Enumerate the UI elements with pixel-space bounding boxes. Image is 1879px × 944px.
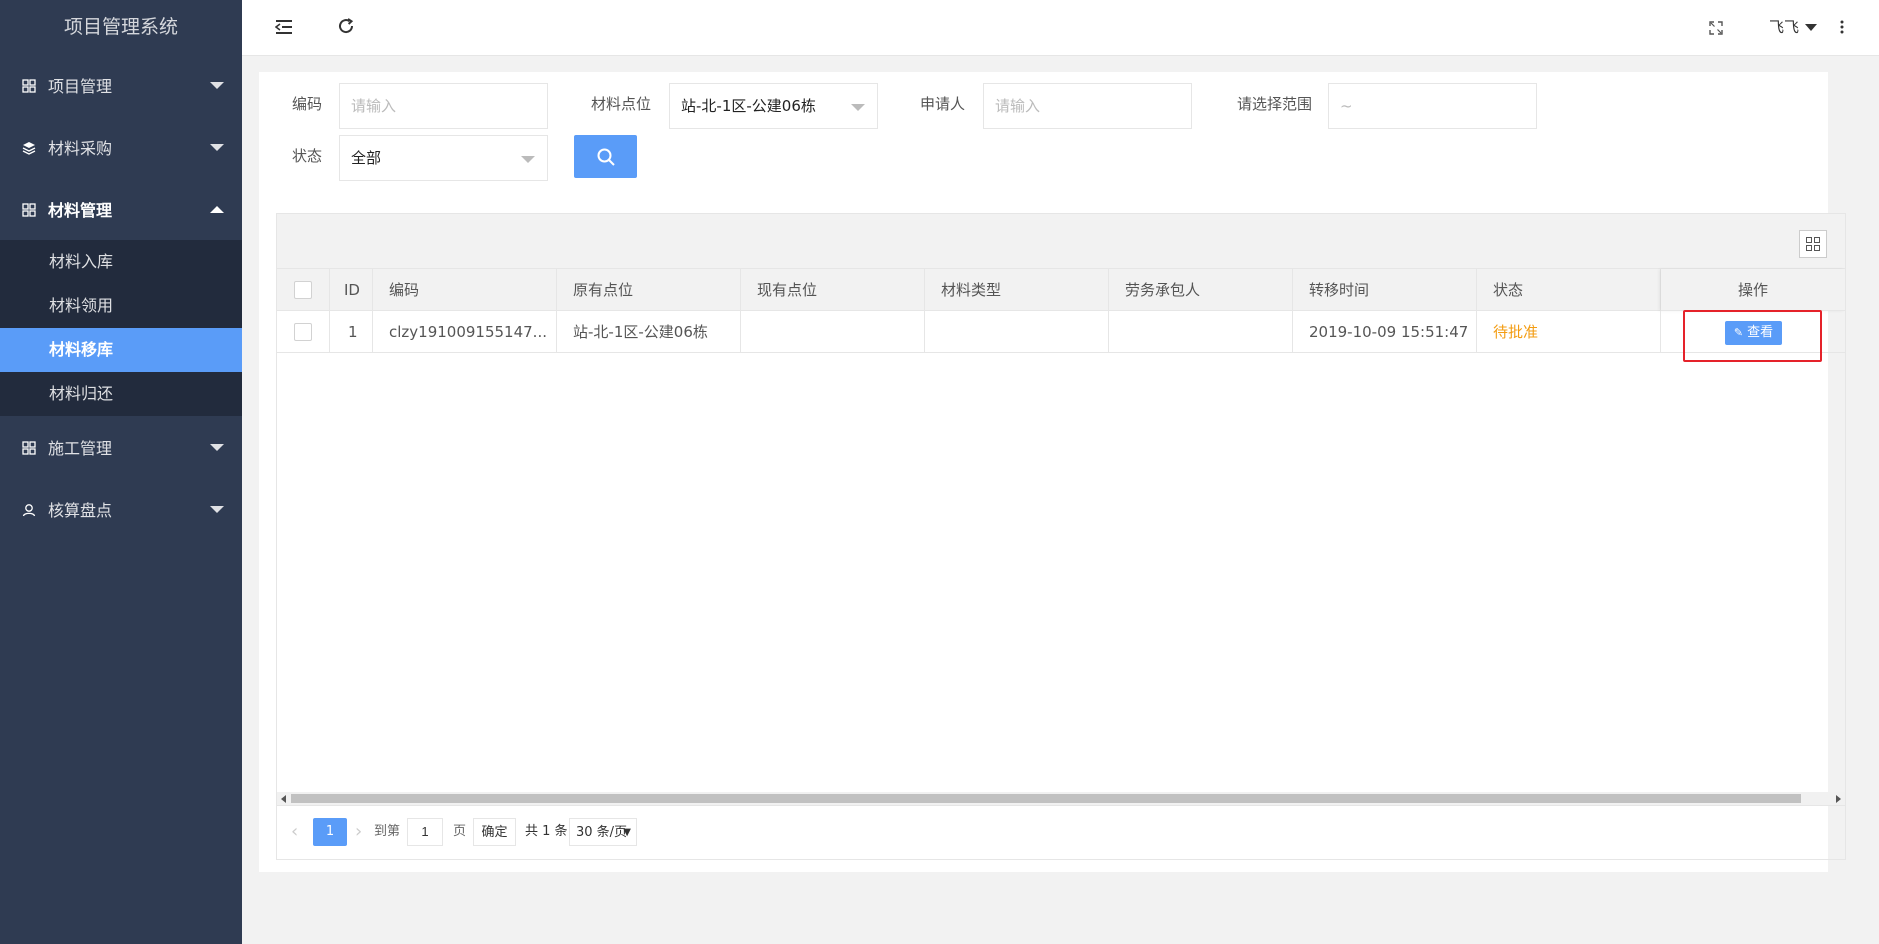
chevron-down-icon (210, 82, 224, 89)
data-table: ID 编码 原有点位 现有点位 材料类型 劳务承包人 转移时间 状态 操作 1 … (276, 213, 1846, 860)
menu-material-purchase[interactable]: 材料采购 (0, 116, 242, 178)
view-button-label: 查看 (1747, 325, 1774, 340)
date-range-input[interactable] (1328, 83, 1537, 129)
page-size-value: 30 条/页 (576, 825, 628, 840)
search-icon (597, 148, 615, 166)
cell-from-location: 站-北-1区-公建06栋 (557, 311, 741, 353)
menu-label: 材料管理 (48, 201, 113, 220)
user-icon (22, 502, 36, 517)
cell-contractor (1109, 311, 1293, 353)
scroll-right-icon[interactable] (1836, 795, 1841, 803)
fullscreen-icon[interactable] (1702, 14, 1730, 42)
header-contractor[interactable]: 劳务承包人 (1109, 269, 1293, 311)
refresh-icon[interactable] (332, 14, 360, 42)
menu-label: 施工管理 (48, 439, 113, 458)
chevron-up-icon (210, 206, 224, 213)
menu-material-management[interactable]: 材料管理 (0, 178, 242, 240)
range-label: 请选择范围 (1237, 95, 1313, 113)
table-header: ID 编码 原有点位 现有点位 材料类型 劳务承包人 转移时间 状态 操作 (277, 269, 1845, 311)
app-title: 项目管理系统 (0, 0, 242, 54)
content-card: 编码 材料点位 站-北-1区-公建06栋 申请人 请选择范围 状态 全部 ID … (259, 72, 1846, 872)
dashboard-icon (22, 440, 36, 455)
layers-icon (22, 140, 36, 155)
row-checkbox[interactable] (294, 323, 312, 341)
goto-page-input[interactable] (407, 818, 443, 846)
applicant-label: 申请人 (920, 95, 966, 113)
next-page-icon[interactable]: › (355, 818, 362, 846)
code-label: 编码 (292, 95, 323, 113)
chevron-down-icon (521, 156, 535, 163)
more-vertical-icon[interactable] (1834, 14, 1850, 42)
table-row: 1 clzy191009155147... 站-北-1区-公建06栋 2019-… (277, 311, 1845, 353)
chevron-down-icon (210, 506, 224, 513)
user-menu[interactable]: 飞飞 (1769, 16, 1817, 37)
cell-material-type (925, 311, 1109, 353)
header-material-type[interactable]: 材料类型 (925, 269, 1109, 311)
chevron-down-icon (210, 444, 224, 451)
scroll-left-icon[interactable] (281, 795, 286, 803)
status-badge: 待批准 (1477, 311, 1661, 353)
menu-project-management[interactable]: 项目管理 (0, 54, 242, 116)
goto-confirm-button[interactable]: 确定 (473, 818, 516, 846)
goto-label: 到第 (374, 824, 401, 839)
scrollbar-thumb[interactable] (291, 794, 1801, 803)
dashboard-icon (22, 202, 36, 217)
header-actions: 操作 (1661, 269, 1845, 311)
columns-toggle-button[interactable] (1799, 230, 1827, 258)
prev-page-icon[interactable]: ‹ (291, 818, 298, 846)
sidebar-item-material-inbound[interactable]: 材料入库 (0, 240, 242, 284)
row-select-cell (277, 311, 330, 353)
header-to-location[interactable]: 现有点位 (741, 269, 925, 311)
menu-construction-management[interactable]: 施工管理 (0, 416, 242, 478)
select-all-cell (277, 269, 330, 311)
chevron-down-icon (210, 144, 224, 151)
sidebar: 项目管理系统 项目管理 材料采购 材料管理 材料入库 材料领用 材料移库 材料归… (0, 0, 242, 944)
cell-id: 1 (330, 311, 373, 353)
menu-label: 项目管理 (48, 77, 113, 96)
page-number-current[interactable]: 1 (313, 818, 347, 846)
header-code[interactable]: 编码 (373, 269, 557, 311)
applicant-input[interactable] (983, 83, 1192, 129)
chevron-down-icon (851, 104, 865, 111)
menu-label: 核算盘点 (48, 501, 113, 520)
top-header: 飞飞 (242, 0, 1879, 56)
menu-accounting-inventory[interactable]: 核算盘点 (0, 478, 242, 540)
status-label: 状态 (292, 147, 323, 165)
cell-transfer-time: 2019-10-09 15:51:47 (1293, 311, 1477, 353)
status-select-value: 全部 (351, 149, 382, 167)
menu-label: 材料采购 (48, 139, 113, 158)
header-id[interactable]: ID (330, 269, 373, 311)
status-select[interactable]: 全部 (339, 135, 548, 181)
table-toolbar (277, 214, 1845, 269)
submenu-material-management: 材料入库 材料领用 材料移库 材料归还 (0, 240, 242, 416)
caret-down-icon: ▼ (623, 827, 631, 838)
page-size-select[interactable]: 30 条/页 ▼ (569, 818, 637, 846)
cell-to-location (741, 311, 925, 353)
select-all-checkbox[interactable] (294, 281, 312, 299)
header-from-location[interactable]: 原有点位 (557, 269, 741, 311)
sidebar-item-material-transfer[interactable]: 材料移库 (0, 328, 242, 372)
search-button[interactable] (574, 135, 637, 178)
page-unit-label: 页 (453, 824, 467, 839)
total-count: 共 1 条 (525, 824, 568, 839)
header-transfer-time[interactable]: 转移时间 (1293, 269, 1477, 311)
location-select[interactable]: 站-北-1区-公建06栋 (669, 83, 878, 129)
sidebar-item-material-requisition[interactable]: 材料领用 (0, 284, 242, 328)
pagination: ‹ 1 › 到第 页 确定 共 1 条 30 条/页▼ (277, 805, 1845, 859)
user-name: 飞飞 (1768, 18, 1799, 36)
code-input[interactable] (339, 83, 548, 129)
edit-icon: ✎ (1733, 326, 1744, 339)
menu-fold-icon[interactable] (270, 14, 298, 42)
location-label: 材料点位 (591, 95, 652, 113)
horizontal-scrollbar[interactable] (277, 792, 1845, 805)
cell-code: clzy191009155147... (373, 311, 557, 353)
caret-down-icon (1805, 24, 1817, 31)
view-button[interactable]: ✎ 查看 (1725, 321, 1782, 345)
dashboard-icon (22, 78, 36, 93)
header-status[interactable]: 状态 (1477, 269, 1661, 311)
location-select-value: 站-北-1区-公建06栋 (681, 97, 816, 115)
sidebar-item-material-return[interactable]: 材料归还 (0, 372, 242, 416)
